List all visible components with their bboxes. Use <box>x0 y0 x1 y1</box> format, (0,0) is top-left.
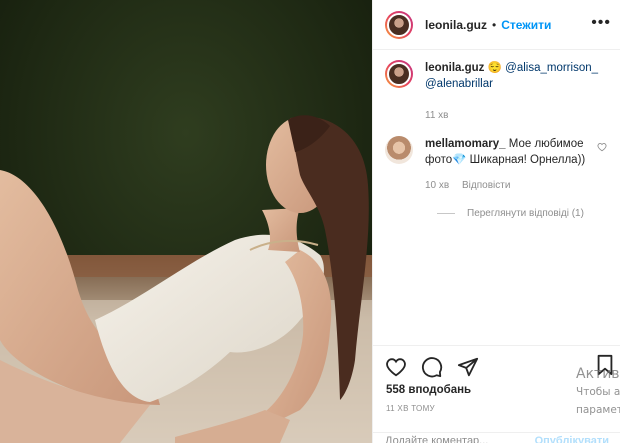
caption-emoji: 😌 <box>487 62 502 74</box>
comment-time[interactable]: 10 хв <box>425 180 449 191</box>
author-username[interactable]: leonila.guz <box>425 18 487 32</box>
heart-icon[interactable] <box>597 142 607 152</box>
comments-list: leonila.guz 😌 @alisa_morrison_ @alenabri… <box>373 60 620 219</box>
caption-time[interactable]: 11 хв <box>425 110 448 121</box>
share-icon[interactable] <box>457 356 479 378</box>
heart-icon[interactable] <box>385 356 407 378</box>
likes-count[interactable]: 558 вподобань <box>386 384 471 396</box>
view-replies-label[interactable]: Переглянути відповіді (1) <box>467 208 584 219</box>
follow-button[interactable]: Стежити <box>501 18 551 32</box>
caption: leonila.guz 😌 @alisa_morrison_ @alenabri… <box>385 60 620 124</box>
mention-link[interactable]: @alisa_morrison_ <box>505 62 598 74</box>
post-timestamp[interactable]: 11 ХВ ТОМУ <box>386 404 435 413</box>
publish-button[interactable]: Опублікувати <box>535 435 609 443</box>
add-comment-bar: Додайте коментар... Опублікувати <box>373 432 620 443</box>
replies-divider <box>437 213 455 214</box>
reply-button[interactable]: Відповісти <box>462 180 510 191</box>
commenter-avatar[interactable] <box>385 136 413 164</box>
more-options-icon[interactable]: ••• <box>591 14 611 32</box>
post-actions: 558 вподобань 11 ХВ ТОМУ Додайте комента… <box>373 345 620 443</box>
comment: mellamomary_ Мое любимое фото💎 Шикарная!… <box>385 136 620 194</box>
bookmark-icon[interactable] <box>595 354 615 376</box>
post-image <box>0 0 372 443</box>
author-avatar[interactable] <box>385 10 413 39</box>
comment-icon[interactable] <box>421 356 443 378</box>
commenter-username[interactable]: mellamomary_ <box>425 138 506 150</box>
mention-link[interactable]: @alenabrillar <box>425 78 493 90</box>
caption-avatar[interactable] <box>385 60 413 88</box>
post-sidebar: leonila.guz • Стежити ••• leonila.guz 😌 … <box>372 0 620 443</box>
view-replies[interactable]: Переглянути відповіді (1) <box>437 208 620 219</box>
post-header: leonila.guz • Стежити ••• <box>373 0 620 50</box>
post-photo[interactable] <box>0 0 372 443</box>
add-comment-input[interactable]: Додайте коментар... <box>385 435 488 443</box>
caption-username[interactable]: leonila.guz <box>425 62 484 74</box>
separator-dot: • <box>492 17 497 32</box>
